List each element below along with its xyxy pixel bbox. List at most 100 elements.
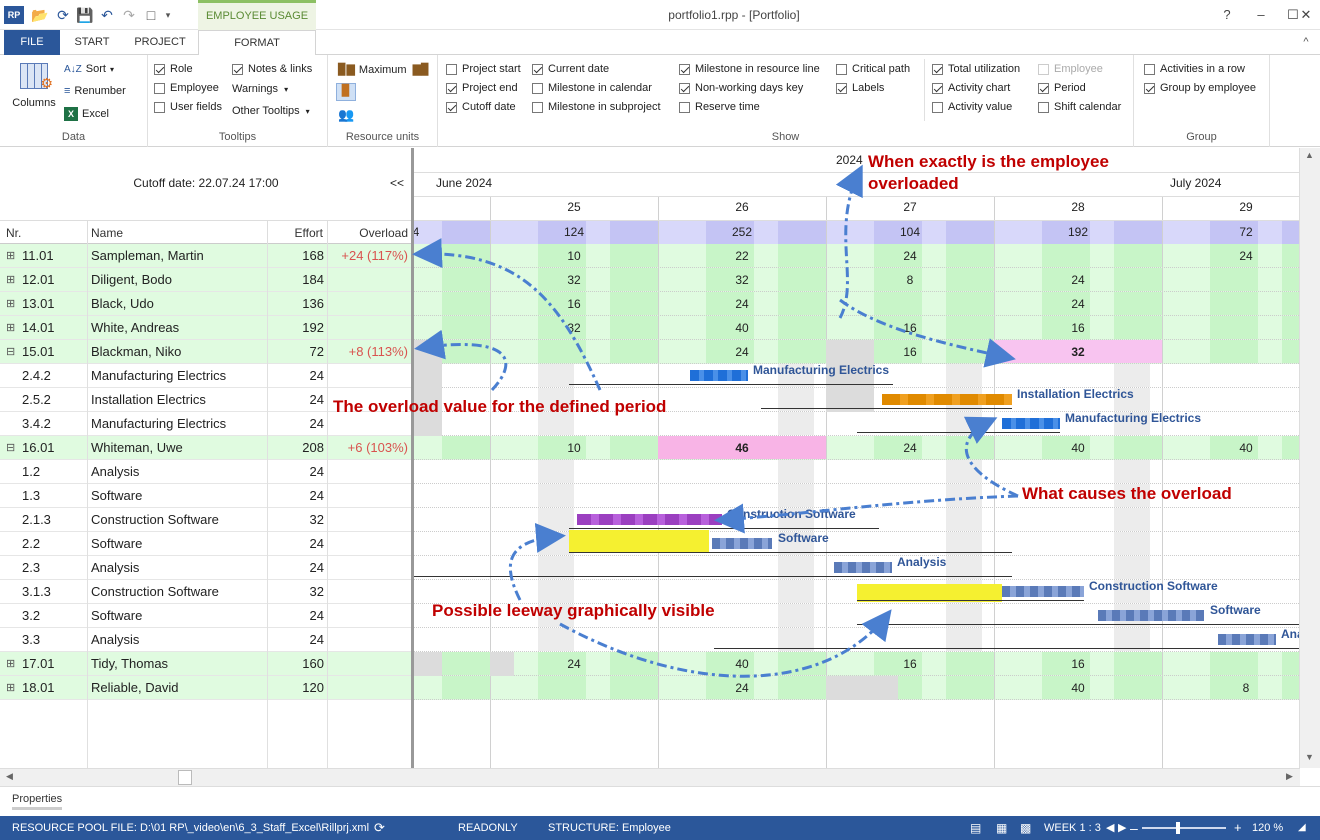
shift-calendar-checkbox[interactable]: Shift calendar <box>1038 101 1121 113</box>
zoom-out-next-icon[interactable]: ▶ <box>1118 816 1126 840</box>
warnings-dropdown[interactable]: Warnings ▾ <box>232 83 288 95</box>
employee-row[interactable]: ⊞ 17.01 Tidy, Thomas 160 <box>0 652 412 676</box>
milestone-resource-checkbox[interactable]: Milestone in resource line <box>679 63 820 75</box>
scroll-down-arrow[interactable]: ▼ <box>1305 752 1314 762</box>
sync-icon[interactable]: ⟳ <box>374 816 385 840</box>
zoom-minus-button[interactable]: – <box>1130 816 1138 840</box>
resize-grip-icon[interactable]: ◢ <box>1298 816 1306 840</box>
zoom-slider-thumb[interactable] <box>1176 822 1180 834</box>
milestone-calendar-checkbox[interactable]: Milestone in calendar <box>532 82 652 94</box>
collapse-ribbon-icon[interactable]: ^ <box>1296 30 1316 55</box>
tab-format[interactable]: FORMAT <box>198 30 316 56</box>
header-name[interactable]: Name <box>88 221 268 245</box>
current-date-checkbox[interactable]: Current date <box>532 63 609 75</box>
scroll-up-arrow[interactable]: ▲ <box>1305 150 1314 160</box>
bar-manufacturing-electrics-1[interactable] <box>690 370 748 381</box>
employee-row[interactable]: ⊟ 15.01 Blackman, Niko 72 +8 (113%) <box>0 340 412 364</box>
critical-path-checkbox[interactable]: Critical path <box>836 63 910 75</box>
expand-icon[interactable]: ⊞ <box>6 244 16 268</box>
activity-row[interactable]: 2.2 Software 24 <box>0 532 412 556</box>
activities-row-checkbox[interactable]: Activities in a row <box>1144 63 1245 75</box>
activity-row[interactable]: 1.2 Analysis 24 <box>0 460 412 484</box>
total-utilization-checkbox[interactable]: Total utilization <box>932 63 1020 75</box>
employee-row[interactable]: ⊞ 14.01 White, Andreas 192 <box>0 316 412 340</box>
activity-row[interactable]: 1.3 Software 24 <box>0 484 412 508</box>
zoom-slider-track[interactable] <box>1142 827 1226 829</box>
employee-row[interactable]: ⊞ 11.01 Sampleman, Martin 168 +24 (117%) <box>0 244 412 268</box>
close-button[interactable]: ✕ <box>1292 4 1320 26</box>
role-checkbox[interactable]: Role <box>154 63 193 75</box>
expand-icon[interactable]: ⊞ <box>6 268 16 292</box>
expand-icon[interactable]: ⊞ <box>6 652 16 676</box>
activity-row[interactable]: 3.1.3 Construction Software 32 <box>0 580 412 604</box>
employee-checkbox[interactable]: Employee <box>154 82 219 94</box>
sort-button[interactable]: A↓Z Sort ▾ <box>64 63 114 75</box>
employee-row[interactable]: ⊟ 16.01 Whiteman, Uwe 208 +6 (103%) <box>0 436 412 460</box>
zoom-out-prev-icon[interactable]: ◀ <box>1106 816 1114 840</box>
excel-button[interactable]: X Excel <box>64 107 109 121</box>
collapse-icon[interactable]: ⊟ <box>6 340 16 364</box>
people-icon[interactable]: 👥 <box>338 107 354 123</box>
tab-project[interactable]: PROJECT <box>126 30 194 55</box>
non-working-days-checkbox[interactable]: Non-working days key <box>679 82 803 94</box>
scroll-right-arrow[interactable]: ▶ <box>1286 771 1293 782</box>
cutoff-date-checkbox[interactable]: Cutoff date <box>446 101 516 113</box>
project-start-checkbox[interactable]: Project start <box>446 63 521 75</box>
view-normal-icon[interactable]: ▤ <box>970 816 981 840</box>
employee-row[interactable]: ⊞ 12.01 Diligent, Bodo 184 <box>0 268 412 292</box>
maximum-button[interactable]: ▉▇ Maximum ▇▉ <box>338 63 430 77</box>
row-shade <box>946 676 994 699</box>
bar-software-1-leeway[interactable] <box>569 530 709 552</box>
tab-file[interactable]: FILE <box>4 30 60 55</box>
project-end-checkbox[interactable]: Project end <box>446 82 518 94</box>
view-grid-icon[interactable]: ▦ <box>996 816 1007 840</box>
scroll-left-arrow[interactable]: ◀ <box>6 771 13 782</box>
employee-row[interactable]: ⊞ 18.01 Reliable, David 120 <box>0 676 412 700</box>
activity-row[interactable]: 3.3 Analysis 24 <box>0 628 412 652</box>
help-button[interactable]: ? <box>1212 4 1242 26</box>
bar-manufacturing-electrics-2[interactable] <box>1002 418 1060 429</box>
activity-row[interactable]: 2.1.3 Construction Software 32 <box>0 508 412 532</box>
expand-icon[interactable]: ⊞ <box>6 292 16 316</box>
renumber-button[interactable]: ≡ Renumber <box>64 85 126 97</box>
expand-icon[interactable]: ⊞ <box>6 676 16 700</box>
activity-row[interactable]: 2.3 Analysis 24 <box>0 556 412 580</box>
scroll-thumb[interactable] <box>178 770 192 785</box>
header-effort[interactable]: Effort <box>268 221 328 245</box>
expand-icon[interactable]: ⊞ <box>6 316 16 340</box>
employee-row[interactable]: ⊞ 13.01 Black, Udo 136 <box>0 292 412 316</box>
collapse-icon[interactable]: ⊟ <box>6 436 16 460</box>
bar-software-1[interactable] <box>712 538 772 549</box>
columns-button[interactable]: ⚙ Columns <box>8 63 60 113</box>
zoom-plus-button[interactable]: + <box>1234 816 1242 840</box>
minimize-button[interactable]: – <box>1246 4 1276 26</box>
other-tooltips-dropdown[interactable]: Other Tooltips ▾ <box>232 105 310 117</box>
tab-start[interactable]: START <box>64 30 120 55</box>
labels-checkbox[interactable]: Labels <box>836 82 884 94</box>
notes-links-checkbox[interactable]: Notes & links <box>232 63 312 75</box>
horizontal-scrollbar[interactable]: ◀ ▶ <box>0 768 1300 786</box>
milestone-subproject-checkbox[interactable]: Milestone in subproject <box>532 101 661 113</box>
activity-row[interactable]: 3.2 Software 24 <box>0 604 412 628</box>
header-nr[interactable]: Nr. <box>6 221 88 245</box>
activity-row[interactable]: 2.4.2 Manufacturing Electrics 24 <box>0 364 412 388</box>
reserve-time-checkbox[interactable]: Reserve time <box>679 101 760 113</box>
view-chart-icon[interactable]: ▩ <box>1020 816 1031 840</box>
units-chart-button[interactable]: ▉ <box>336 83 356 101</box>
bar-software-2[interactable] <box>1098 610 1204 621</box>
header-overload[interactable]: Overload <box>328 221 412 245</box>
bar-installation-electrics[interactable] <box>882 394 1012 405</box>
activity-value-checkbox[interactable]: Activity value <box>932 101 1012 113</box>
user-fields-checkbox[interactable]: User fields <box>154 101 222 113</box>
period-checkbox[interactable]: Period <box>1038 82 1086 94</box>
employee-show-checkbox[interactable]: Employee <box>1038 63 1103 75</box>
bar-construction-software-1[interactable] <box>577 514 722 525</box>
activity-chart-checkbox[interactable]: Activity chart <box>932 82 1010 94</box>
bar-analysis-2[interactable] <box>1218 634 1276 645</box>
vertical-scrollbar[interactable]: ▲ ▼ <box>1299 148 1320 768</box>
collapse-pane-button[interactable]: << <box>390 176 404 190</box>
group-by-employee-checkbox[interactable]: Group by employee <box>1144 82 1256 94</box>
bar-analysis[interactable] <box>834 562 892 573</box>
bar-construction-software-2[interactable] <box>1002 586 1084 597</box>
properties-tab[interactable]: Properties <box>12 793 63 810</box>
